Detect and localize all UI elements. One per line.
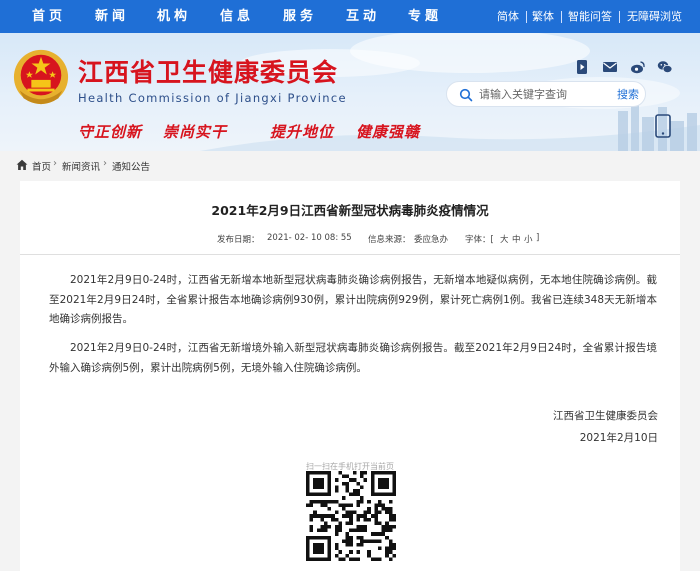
font-size-medium[interactable]: 中: [512, 233, 521, 245]
utility-traditional[interactable]: 繁体: [532, 0, 554, 33]
publish-date-label: 发布日期：: [217, 235, 260, 245]
utility-divider: [561, 11, 562, 23]
font-size-bracket: ]: [536, 233, 540, 243]
utility-simplified[interactable]: 简体: [497, 0, 519, 33]
title-divider: [20, 254, 680, 255]
search-icon: [459, 88, 473, 102]
home-icon: [16, 159, 28, 170]
search-button[interactable]: 搜索: [617, 86, 639, 102]
article-paragraph: 2021年2月9日0-24时，江西省无新增境外输入新型冠状病毒肺炎确诊病例报告。…: [49, 342, 657, 374]
nav-item-news[interactable]: 新闻: [95, 0, 129, 33]
slogan-2: 崇尚实干: [163, 123, 228, 141]
source-label: 信息来源：: [368, 235, 411, 245]
slogan-3: 提升地位: [270, 123, 335, 141]
slogan-4: 健康强赣: [356, 123, 421, 141]
article-panel: 2021年2月9日江西省新型冠状病毒肺炎疫情情况 发布日期： 2021- 02-…: [20, 181, 680, 571]
search-box: 搜索: [446, 81, 646, 107]
font-size-large[interactable]: 大: [500, 233, 509, 245]
breadcrumb: 首页 › 新闻资讯 › 通知公告: [0, 151, 700, 181]
utility-divider: [526, 11, 527, 23]
utility-divider: [619, 11, 620, 23]
breadcrumb-separator: ›: [103, 158, 107, 169]
nav-item-home[interactable]: 首页: [32, 0, 66, 33]
utility-smart-qa[interactable]: 智能问答: [568, 0, 612, 33]
mail-icon[interactable]: [602, 59, 618, 75]
publish-date: 2021- 02- 10 08: 55: [267, 233, 352, 243]
nav-item-interaction[interactable]: 互动: [346, 0, 380, 33]
weibo-icon[interactable]: [630, 59, 646, 75]
nav-item-service[interactable]: 服务: [283, 0, 317, 33]
slogan-1: 守正创新: [78, 123, 143, 141]
site-title: 江西省卫生健康委员会: [78, 58, 339, 87]
sign-date: 2021年2月10日: [579, 432, 658, 444]
wechat-icon[interactable]: [657, 59, 673, 75]
search-input[interactable]: [479, 85, 607, 103]
utility-accessibility[interactable]: 无障碍浏览: [627, 0, 682, 33]
source-value: 委应急办: [414, 235, 449, 245]
site-title-english: Health Commission of Jiangxi Province: [78, 91, 347, 105]
article-title: 2021年2月9日江西省新型冠状病毒肺炎疫情情况: [211, 203, 489, 218]
breadcrumb-home[interactable]: 首页: [32, 159, 51, 173]
nav-item-organization[interactable]: 机构: [157, 0, 191, 33]
qr-code-icon: [306, 471, 396, 561]
top-navigation: 首页 新闻 机构 信息 服务 互动 专题 简体 繁体 智能问答 无障碍浏览: [0, 0, 700, 33]
font-size-small[interactable]: 小: [524, 233, 533, 245]
video-icon[interactable]: [574, 59, 590, 75]
breadcrumb-separator: ›: [53, 158, 57, 169]
nav-item-information[interactable]: 信息: [220, 0, 254, 33]
nav-item-topics[interactable]: 专题: [408, 0, 442, 33]
font-size-label: 字体：[: [465, 235, 494, 245]
breadcrumb-news[interactable]: 新闻资讯: [62, 159, 100, 173]
article-paragraph: 2021年2月9日0-24时，江西省无新增本地新型冠状病毒肺炎确诊病例报告，无新…: [49, 274, 657, 325]
mobile-icon[interactable]: [655, 114, 671, 138]
breadcrumb-notices[interactable]: 通知公告: [112, 159, 150, 173]
signature: 江西省卫生健康委员会: [553, 410, 658, 422]
site-header-banner: 江西省卫生健康委员会 Health Commission of Jiangxi …: [0, 33, 700, 151]
emblem-icon: [13, 49, 69, 105]
